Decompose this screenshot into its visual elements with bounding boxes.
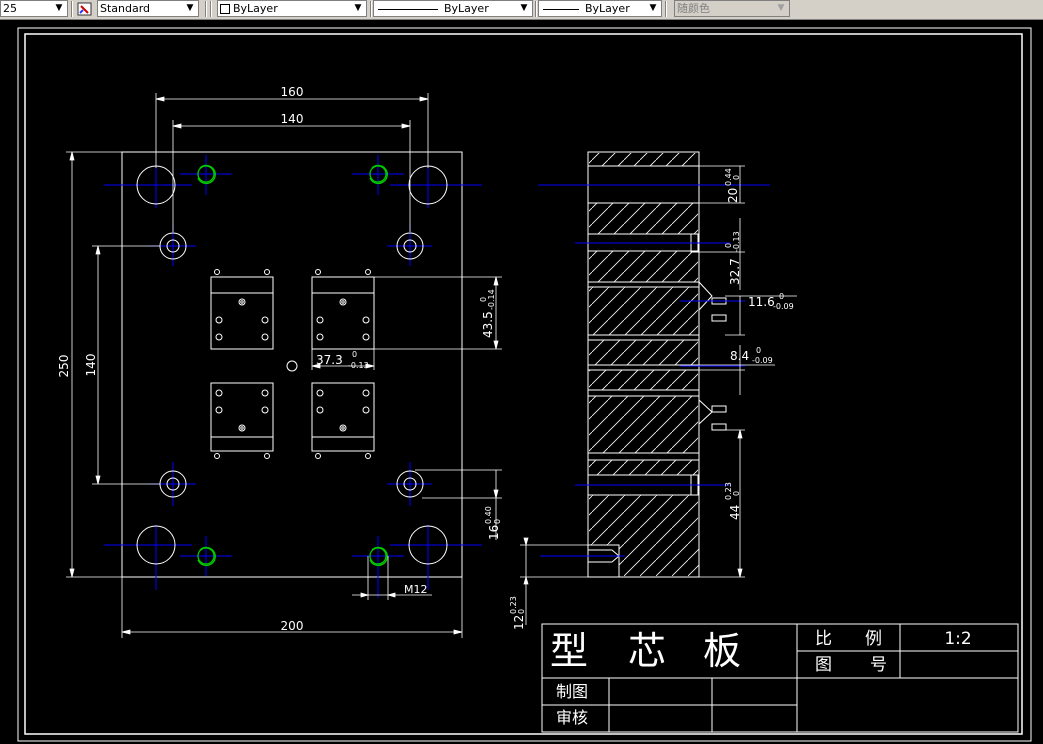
return-pin-holes	[159, 232, 424, 498]
lineweight-combo[interactable]: ByLayer ▼	[538, 0, 662, 17]
scale-label-char-2: 例	[865, 629, 882, 649]
dim-m12: M12	[404, 583, 428, 596]
dim-32-7: 32.7	[728, 258, 742, 285]
toolbar-separator	[535, 1, 537, 17]
toolbar-separator	[71, 1, 73, 17]
dim-43-5-tol-dn: -0.14	[487, 289, 496, 310]
layer-value: ByLayer	[233, 2, 278, 15]
chevron-down-icon[interactable]: ▼	[647, 1, 659, 16]
lineweight-value: ByLayer	[585, 2, 630, 15]
chevron-down-icon[interactable]: ▼	[518, 1, 530, 16]
dim-37-3-tol-up: 0	[352, 350, 357, 359]
linetype-value: ByLayer	[444, 2, 489, 15]
text-style-combo[interactable]: Standard ▼	[97, 0, 199, 17]
dim-37-3-tol-dn: -0.13	[348, 361, 369, 370]
dim-16-tol-up: 0.40	[484, 506, 493, 524]
dim-8-4-tol-dn: -0.09	[752, 356, 773, 365]
chevron-down-icon[interactable]: ▼	[184, 1, 196, 16]
dim-140-left: 140	[84, 354, 98, 377]
scale-label-char-1: 比	[815, 629, 832, 649]
toolbar-separator	[210, 1, 212, 17]
dim-11-6-tol-dn: -0.09	[773, 302, 794, 311]
dim-16: 16	[487, 525, 501, 540]
dimension-style-value: 25	[3, 2, 17, 15]
dimension-style-combo[interactable]: 25 ▼	[0, 0, 68, 17]
layer-combo[interactable]: ByLayer ▼	[217, 0, 367, 17]
linetype-combo[interactable]: ByLayer ▼	[373, 0, 533, 17]
checked-by-label: 审核	[556, 708, 588, 727]
dim-8-4: 8.4	[730, 349, 749, 363]
drawing-no-char-2: 号	[870, 655, 887, 675]
chevron-down-icon[interactable]: ▼	[775, 1, 787, 16]
part-name-char-3: 板	[703, 629, 741, 673]
toolbar-separator	[370, 1, 372, 17]
plot-style-value: 随颜色	[677, 2, 710, 15]
front-view: 160 140 250 140 200 43.5 0 -0.14 37.3 0 …	[57, 85, 502, 638]
drawing-no-char-1: 图	[815, 655, 832, 675]
plot-style-combo[interactable]: 随颜色 ▼	[674, 0, 790, 17]
dim-44: 44	[728, 505, 742, 520]
part-name-char-2: 芯	[628, 629, 666, 673]
chevron-down-icon[interactable]: ▼	[352, 1, 364, 16]
dim-160: 160	[281, 85, 304, 99]
dim-11-6-tol-up: 0	[779, 292, 784, 301]
drawn-by-label: 制图	[556, 682, 588, 701]
dim-250: 250	[57, 355, 71, 378]
drawing-canvas[interactable]: 160 140 250 140 200 43.5 0 -0.14 37.3 0 …	[0, 19, 1043, 744]
dim-44-tol-dn: 0	[732, 491, 741, 496]
part-name-char-1: 型	[550, 629, 588, 673]
dim-11-6: 11.6	[748, 295, 775, 309]
side-section-view: 20 0.44 0 32.7 0 -0.13 11.6 0 -0.09 8.4 …	[509, 151, 797, 630]
toolbar-separator	[205, 1, 207, 17]
text-style-icon[interactable]	[77, 1, 93, 17]
center-lines	[104, 155, 482, 598]
dim-12: 12	[512, 615, 526, 630]
dim-20-tol-dn: 0	[732, 175, 741, 180]
dim-32-7-tol-dn: -0.13	[732, 231, 741, 252]
properties-toolbar: 25 ▼ Standard ▼ ByLayer ▼ ByLayer ▼ ByLa…	[0, 0, 1043, 20]
title-block: 型 芯 板 比 例 1:2 图 号 制图 审核	[541, 623, 1019, 733]
dim-43-5: 43.5	[481, 311, 495, 338]
scale-value: 1:2	[944, 629, 971, 649]
guide-pillar-holes	[136, 165, 448, 565]
linetype-sample	[378, 8, 438, 10]
dim-16-tol-dn: 0	[493, 519, 502, 524]
dim-12-tol-dn: 0	[517, 609, 526, 614]
lineweight-sample	[543, 8, 579, 10]
dim-8-4-tol-up: 0	[756, 346, 761, 355]
toolbar-separator	[665, 1, 667, 17]
dimension-lines	[66, 93, 502, 638]
dim-140-top: 140	[281, 112, 304, 126]
layer-color-swatch	[220, 4, 230, 14]
dim-20: 20	[726, 188, 740, 203]
chevron-down-icon[interactable]: ▼	[53, 1, 65, 16]
text-style-value: Standard	[100, 2, 151, 15]
dim-200: 200	[281, 619, 304, 633]
dim-37-3: 37.3	[316, 353, 343, 367]
